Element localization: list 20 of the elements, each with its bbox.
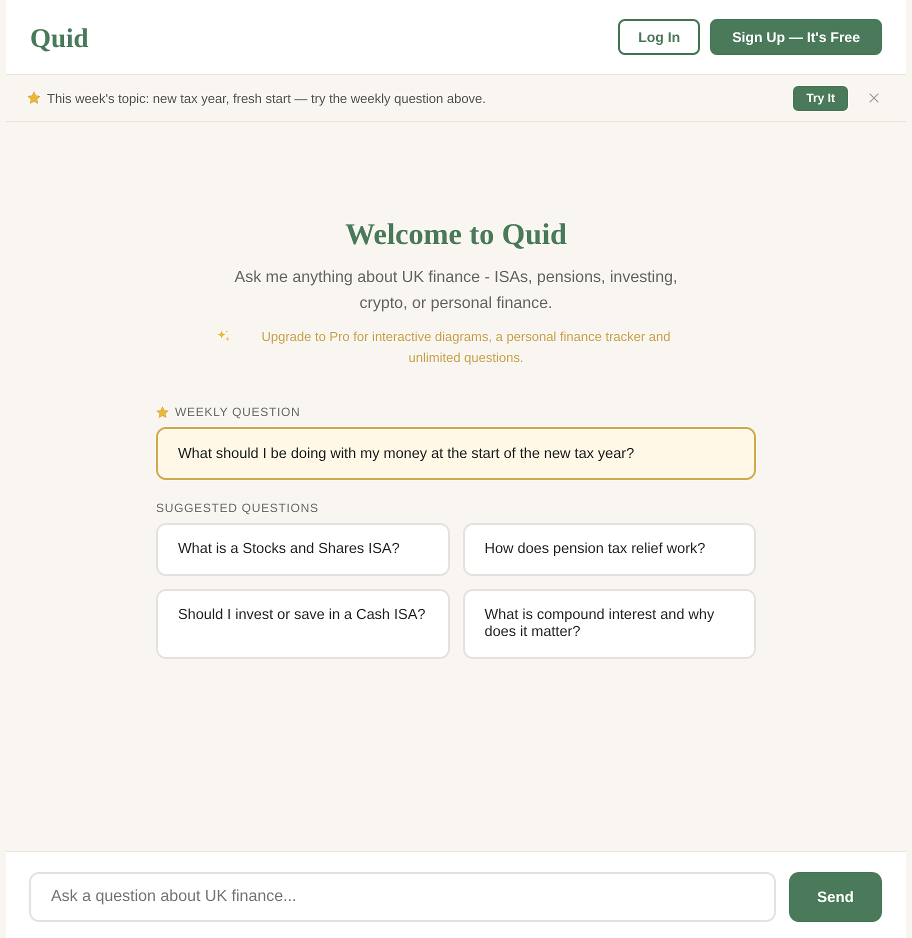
welcome-title: Welcome to Quid [345, 218, 567, 252]
log-in-button[interactable]: Log In [618, 19, 700, 55]
upgrade-note: Upgrade to Pro for interactive diagrams, a personal finance tracker and unlimited questions. [260, 328, 672, 367]
suggested-question-card[interactable]: Should I invest or save in a Cash ISA? [156, 589, 450, 659]
banner-text: This week's topic: new tax year, fresh start — try the weekly question above. [47, 90, 487, 106]
suggested-question-card[interactable]: How does pension tax relief work? [462, 523, 756, 576]
suggested-question-card[interactable]: What is a Stocks and Shares ISA? [156, 523, 450, 576]
try-it-button[interactable]: Try It [793, 86, 848, 110]
star-icon [27, 91, 41, 105]
section-label: WEEKLY QUESTION [175, 405, 300, 419]
question-input-field[interactable]: Ask a question about UK finance... [29, 872, 776, 922]
sparkle-icon [216, 329, 231, 344]
section-label: SUGGESTED QUESTIONS [156, 501, 319, 515]
send-button[interactable]: Send [789, 872, 882, 922]
logo[interactable]: Quid [30, 20, 89, 54]
welcome-subtitle: Ask me anything about UK finance - ISAs, pensions, investing, crypto, or personal finance. [234, 268, 678, 314]
suggested-question-card[interactable]: What is compound interest and why does it matter? [462, 589, 756, 659]
sign-up-button[interactable]: Sign Up — It's Free [710, 19, 882, 55]
weekly-question-card[interactable]: What should I be doing with my money at the start of the new tax year? [156, 427, 756, 480]
star-icon [156, 406, 169, 418]
